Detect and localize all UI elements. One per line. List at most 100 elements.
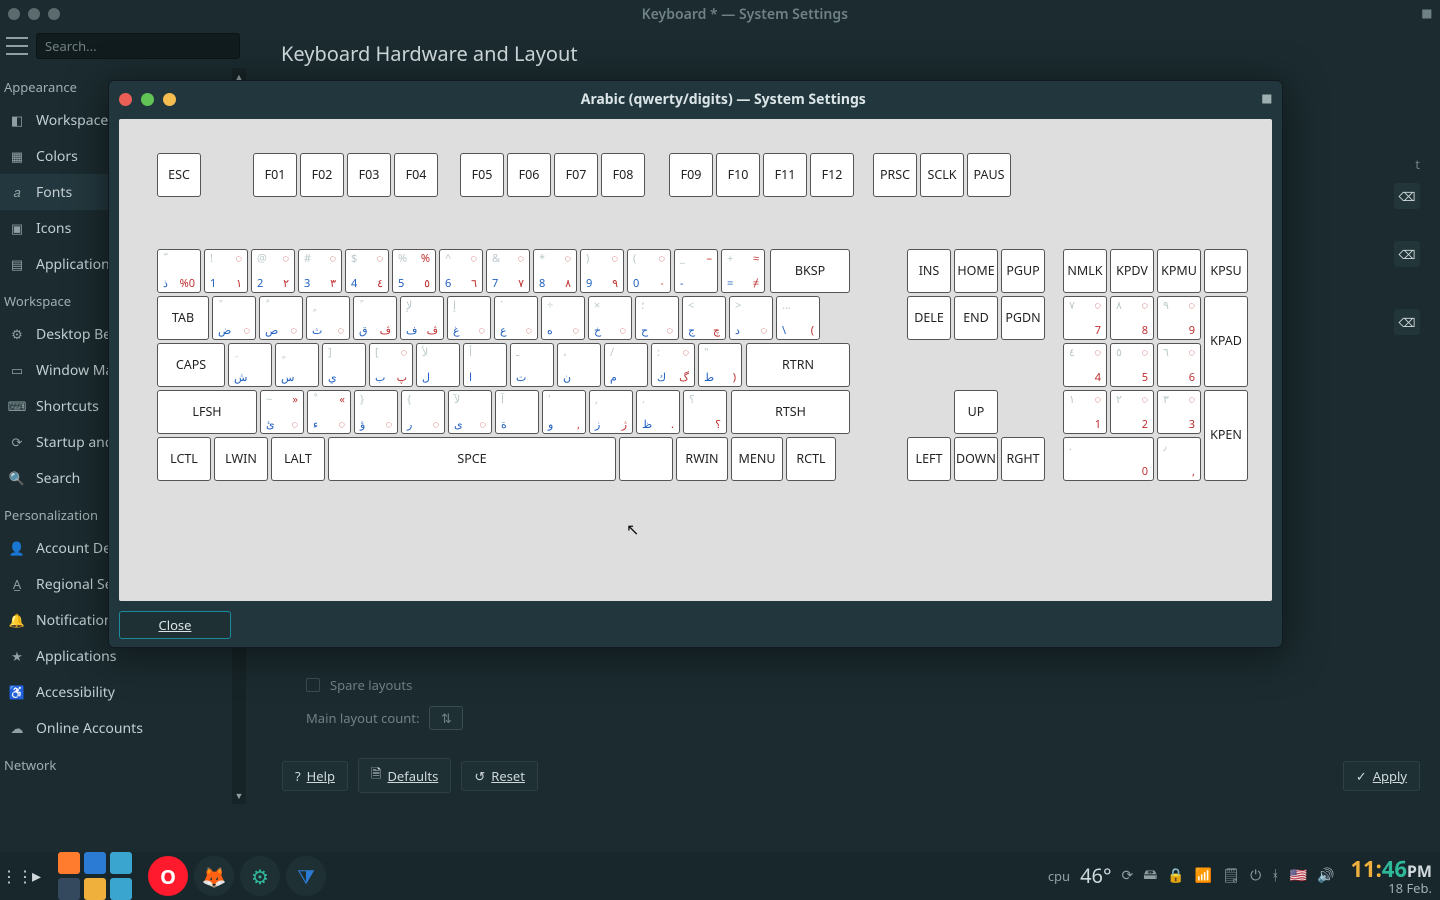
key-esc[interactable]: ESC [157,153,201,197]
power-icon[interactable]: ⏻ [1250,866,1261,885]
key[interactable]: ٣◌3 [1157,390,1201,434]
key[interactable]: ّذ%0 [157,249,201,293]
close-button[interactable]: Close [119,611,231,639]
key[interactable]: +≈=≠ [721,249,765,293]
key-menu[interactable]: MENU [731,437,783,481]
settings-running-icon[interactable]: ⚙ [240,856,280,896]
help-button[interactable]: ?Help [282,761,348,791]
kbd-layout-icon[interactable]: 🇺🇸 [1290,866,1307,885]
key-kpen[interactable]: KPEN [1204,390,1248,481]
key-rtsh[interactable]: RTSH [731,390,850,434]
key[interactable]: !◌1١ [204,249,248,293]
defaults-button[interactable]: 🗎Defaults [358,758,451,793]
key-f02[interactable]: F02 [300,153,344,197]
traffic-max-icon[interactable] [48,8,60,20]
key[interactable]: %%5٥ [392,249,436,293]
app-icon[interactable] [84,878,106,900]
app-launcher-icon[interactable]: ⋮⋮ [8,867,26,885]
key-ins[interactable]: INS [907,249,951,293]
dialog-min-icon[interactable] [141,93,154,106]
key-rctl[interactable]: RCTL [786,437,836,481]
clock[interactable]: 11:46PM 18 Feb. [1350,857,1432,895]
key[interactable]: ـت [510,343,554,387]
opera-icon[interactable]: O [148,856,188,896]
key[interactable]: 'و, [542,390,586,434]
key-f10[interactable]: F10 [716,153,760,197]
key[interactable]: _–- [674,249,718,293]
dialog-close-icon[interactable] [119,93,132,106]
key-home[interactable]: HOME [954,249,998,293]
key-rtrn[interactable]: RTRN [746,343,850,387]
key-lalt[interactable]: LALT [271,437,325,481]
key[interactable]: ًقڤ [353,296,397,340]
firefox-running-icon[interactable]: 🦊 [194,856,234,896]
key[interactable]: ٢◌2 [1110,390,1154,434]
scroll-down-icon[interactable]: ▼ [235,789,244,802]
key[interactable]: …\( [776,296,820,340]
clear-button[interactable]: ⌫ [1394,241,1420,267]
bluetooth-icon[interactable]: ᚼ [1271,866,1279,885]
key-f06[interactable]: F06 [507,153,551,197]
vscode-icon[interactable] [84,852,106,874]
key-kpdv[interactable]: KPDV [1110,249,1154,293]
clear-button[interactable]: ⌫ [1394,183,1420,209]
key-pgdn[interactable]: PGDN [1001,296,1045,340]
key[interactable]: ,زژ [589,390,633,434]
lock-icon[interactable]: 🔒 [1167,866,1184,885]
files-icon[interactable] [58,878,80,900]
spare-layouts-checkbox[interactable] [306,678,320,692]
app-icon[interactable] [110,878,132,900]
search-input[interactable]: Search... [36,33,240,59]
key-f03[interactable]: F03 [347,153,391,197]
key[interactable]: ٍث◌ [306,296,350,340]
key-dele[interactable]: DELE [907,296,951,340]
reset-button[interactable]: ↺Reset [461,761,538,791]
traffic-min-icon[interactable] [28,8,40,20]
key-bksp[interactable]: BKSP [770,249,850,293]
key[interactable]: ؛ح◌ [635,296,679,340]
main-layout-count-spinbox[interactable]: ⇅ [429,706,463,730]
key[interactable]: ٥◌5 [1110,343,1154,387]
key-unknown[interactable] [619,437,673,481]
volume-icon[interactable]: 🔊 [1317,866,1334,885]
key-nmlk[interactable]: NMLK [1063,249,1107,293]
menu-icon[interactable] [6,37,28,55]
key[interactable]: ~»ئ◌ [260,390,304,434]
firefox-icon[interactable] [58,852,80,874]
key-f09[interactable]: F09 [669,153,713,197]
key[interactable]: ]ي [322,343,366,387]
key-f05[interactable]: F05 [460,153,504,197]
key[interactable]: }ؤ◌ [354,390,398,434]
key-paus[interactable]: PAUS [967,153,1011,197]
key[interactable]: @◌2٢ [251,249,295,293]
clear-button[interactable]: ⌫ [1394,309,1420,335]
key[interactable]: ،ن [557,343,601,387]
pin-icon[interactable]: ⯀ [1422,5,1432,23]
key[interactable]: لإفڤ [400,296,444,340]
key[interactable]: ٫, [1157,437,1201,481]
key-lwin[interactable]: LWIN [214,437,268,481]
key[interactable]: ÷ه◌ [541,296,585,340]
key[interactable]: >د◌ [729,296,773,340]
key-caps[interactable]: CAPS [157,343,225,387]
key[interactable]: "ط) [698,343,742,387]
key[interactable]: ًض◌ [212,296,256,340]
key[interactable]: ١◌1 [1063,390,1107,434]
key-kpmu[interactable]: KPMU [1157,249,1201,293]
pin-icon[interactable]: ⯀ [1262,90,1272,108]
key-end[interactable]: END [954,296,998,340]
key[interactable]: (◌0٠ [627,249,671,293]
key-up[interactable]: UP [954,390,998,434]
key-prsc[interactable]: PRSC [873,153,917,197]
updater-icon[interactable]: ⟳ [1122,866,1134,885]
key[interactable]: `ع◌ [494,296,538,340]
notif-icon[interactable]: 🗒 [1222,866,1240,885]
app-icon[interactable] [110,852,132,874]
vscode-running-icon[interactable]: ⧩ [286,856,326,896]
key[interactable]: /م [604,343,648,387]
sidebar-item-accessibility[interactable]: ♿Accessibility [0,674,246,710]
show-desktop-icon[interactable]: ▸ [32,864,50,888]
key[interactable]: ٍس [275,343,319,387]
key-kpsu[interactable]: KPSU [1204,249,1248,293]
key[interactable]: ٧◌7 [1063,296,1107,340]
